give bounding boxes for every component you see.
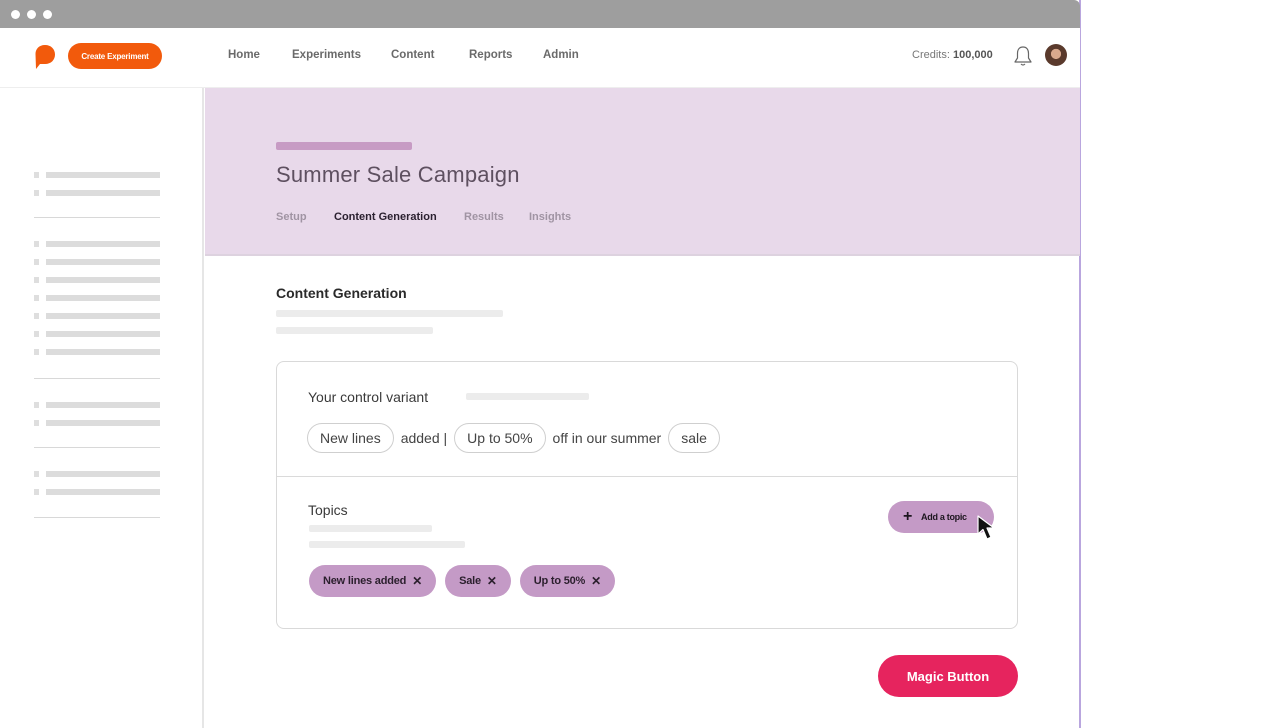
sidebar-item-icon <box>34 420 39 426</box>
sidebar-item[interactable] <box>34 331 160 337</box>
sidebar-item-icon <box>34 471 39 477</box>
tab-content-generation[interactable]: Content Generation <box>334 211 437 223</box>
sidebar-item-icon <box>34 172 39 178</box>
campaign-header: Summer Sale Campaign Setup Content Gener… <box>205 88 1080 256</box>
window-control-dot[interactable] <box>11 10 20 19</box>
tab-setup[interactable]: Setup <box>276 211 307 223</box>
sidebar-item-placeholder <box>46 313 160 319</box>
description-placeholder <box>276 310 503 317</box>
topics-placeholder <box>309 541 465 548</box>
window-titlebar <box>0 0 1080 28</box>
sidebar-item[interactable] <box>34 471 160 477</box>
variant-token-pill[interactable]: Up to 50% <box>454 423 546 453</box>
sidebar-item-placeholder <box>46 471 160 477</box>
window-control-dot[interactable] <box>27 10 36 19</box>
topic-chips: New lines added ✕ Sale ✕ Up to 50% ✕ <box>309 565 615 597</box>
brand-logo-icon[interactable] <box>34 44 56 70</box>
section-title: Content Generation <box>276 285 407 301</box>
sidebar-item-placeholder <box>46 190 160 196</box>
sidebar-item-icon <box>34 259 39 265</box>
nav-link-admin[interactable]: Admin <box>543 49 579 61</box>
sidebar-item-icon <box>34 295 39 301</box>
close-icon[interactable]: ✕ <box>487 574 497 588</box>
sidebar-divider <box>34 447 160 448</box>
topic-chip-label: Up to 50% <box>533 575 586 587</box>
credits-display: Credits: 100,000 <box>912 49 993 61</box>
close-icon[interactable]: ✕ <box>412 574 422 588</box>
credits-label: Credits: <box>912 49 950 61</box>
topic-chip[interactable]: New lines added ✕ <box>309 565 437 597</box>
sidebar-item-placeholder <box>46 489 160 495</box>
sidebar-item[interactable] <box>34 313 160 319</box>
browser-window: Create Experiment Home Experiments Conte… <box>0 0 1081 728</box>
sidebar-item-placeholder <box>46 241 160 247</box>
nav-link-home[interactable]: Home <box>228 49 260 61</box>
content-card: Your control variant New lines added | U… <box>276 361 1018 629</box>
bell-icon[interactable] <box>1013 45 1033 67</box>
topics-placeholder <box>309 525 432 532</box>
tab-insights[interactable]: Insights <box>529 211 571 223</box>
header-accent-bar <box>276 142 412 150</box>
topic-chip-label: New lines added <box>323 575 407 587</box>
variant-token-pill[interactable]: New lines <box>307 423 394 453</box>
plus-icon: + <box>903 508 913 525</box>
sidebar-item[interactable] <box>34 259 160 265</box>
add-topic-label: Add a topic <box>921 512 967 522</box>
topic-chip-label: Sale <box>459 575 481 587</box>
sidebar-item-placeholder <box>46 295 160 301</box>
sidebar-item-icon <box>34 241 39 247</box>
close-icon[interactable]: ✕ <box>591 574 601 588</box>
user-avatar[interactable] <box>1045 44 1067 66</box>
sidebar-item-icon <box>34 489 39 495</box>
sidebar-item-placeholder <box>46 277 160 283</box>
sidebar-item-placeholder <box>46 259 160 265</box>
sidebar-item-placeholder <box>46 420 160 426</box>
sidebar-item-placeholder <box>46 349 160 355</box>
variant-placeholder <box>466 393 589 400</box>
sidebar-item-icon <box>34 349 39 355</box>
sidebar-item[interactable] <box>34 349 160 355</box>
sidebar-item[interactable] <box>34 402 160 408</box>
sidebar-item[interactable] <box>34 489 160 495</box>
nav-link-reports[interactable]: Reports <box>469 49 512 61</box>
topic-chip[interactable]: Up to 50% ✕ <box>519 565 615 597</box>
magic-button[interactable]: Magic Button <box>878 655 1018 697</box>
credits-value: 100,000 <box>952 49 993 61</box>
sidebar-item-icon <box>34 277 39 283</box>
page-title: Summer Sale Campaign <box>276 162 520 187</box>
window-control-dot[interactable] <box>43 10 52 19</box>
sidebar-item[interactable] <box>34 420 160 426</box>
sidebar-item-icon <box>34 190 39 196</box>
sidebar-item[interactable] <box>34 295 160 301</box>
tab-results[interactable]: Results <box>464 211 504 223</box>
control-variant-text: New lines added | Up to 50% off in our s… <box>307 423 720 453</box>
sidebar-item-placeholder <box>46 402 160 408</box>
sidebar-item[interactable] <box>34 172 160 178</box>
nav-link-experiments[interactable]: Experiments <box>292 49 361 61</box>
sidebar-divider <box>34 378 160 379</box>
sidebar-divider <box>34 517 160 518</box>
variant-token-pill[interactable]: sale <box>668 423 720 453</box>
mouse-cursor-icon <box>977 515 995 540</box>
sidebar-item-placeholder <box>46 172 160 178</box>
sidebar-item[interactable] <box>34 241 160 247</box>
card-divider <box>277 476 1017 477</box>
topics-label: Topics <box>308 502 348 518</box>
sidebar-item-icon <box>34 313 39 319</box>
description-placeholder <box>276 327 433 334</box>
topic-chip[interactable]: Sale ✕ <box>445 565 511 597</box>
nav-link-content[interactable]: Content <box>391 49 434 61</box>
variant-text: added | <box>400 430 448 446</box>
sidebar-item[interactable] <box>34 190 160 196</box>
control-variant-label: Your control variant <box>308 389 429 405</box>
sidebar-item[interactable] <box>34 277 160 283</box>
sidebar-item-icon <box>34 402 39 408</box>
sidebar-item-icon <box>34 331 39 337</box>
create-experiment-button[interactable]: Create Experiment <box>68 43 162 69</box>
sidebar-item-placeholder <box>46 331 160 337</box>
sidebar <box>0 88 204 728</box>
sidebar-divider <box>34 217 160 218</box>
top-navigation: Create Experiment Home Experiments Conte… <box>0 28 1080 88</box>
variant-text: off in our summer <box>552 430 662 446</box>
